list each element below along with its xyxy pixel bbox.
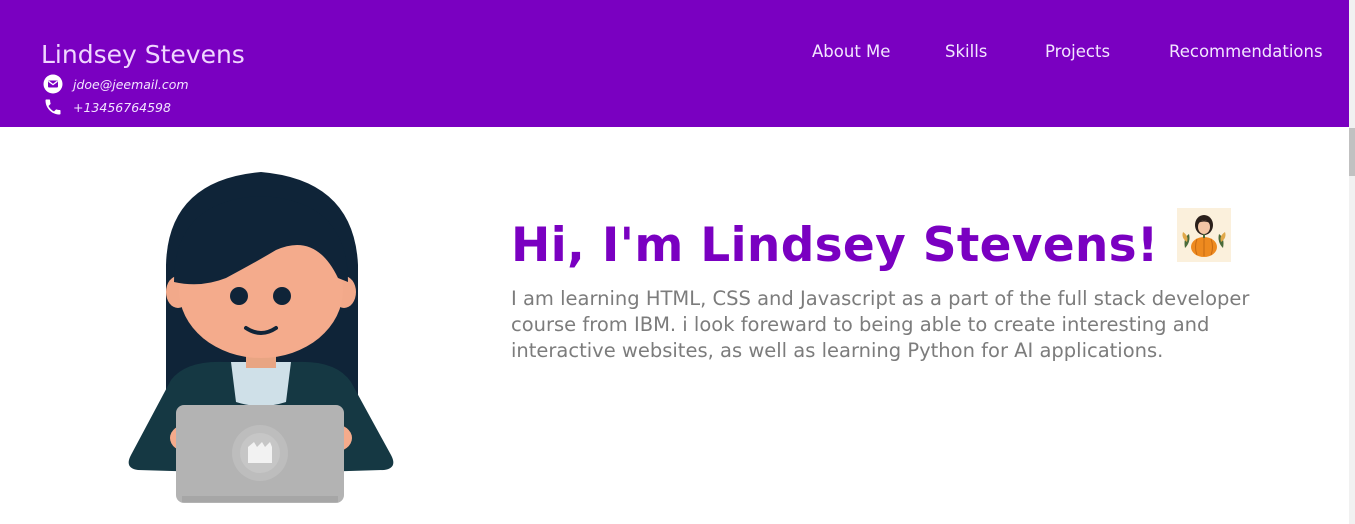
nav-skills[interactable]: Skills	[945, 42, 987, 64]
scrollbar-thumb[interactable]	[1349, 128, 1355, 176]
brand-name: Lindsey Stevens	[41, 40, 245, 69]
hero-title: Hi, I'm Lindsey Stevens!	[511, 217, 1159, 273]
nav-projects[interactable]: Projects	[1045, 42, 1110, 64]
nav-recommendations[interactable]: Recommendations	[1169, 42, 1323, 64]
page-scrollbar[interactable]	[1349, 0, 1355, 524]
nav-about-me[interactable]: About Me	[812, 42, 890, 64]
site-header: Lindsey Stevens jdoe@jeemail.com +134567…	[0, 0, 1349, 127]
developer-avatar-illustration	[126, 170, 396, 510]
page: Lindsey Stevens jdoe@jeemail.com +134567…	[0, 0, 1355, 524]
girl-with-pumpkin-sticker	[1176, 208, 1231, 262]
hero-description: I am learning HTML, CSS and Javascript a…	[511, 287, 1250, 362]
contact-phone: +13456764598	[43, 97, 171, 117]
email-text[interactable]: jdoe@jeemail.com	[73, 77, 189, 92]
contact-email: jdoe@jeemail.com	[43, 74, 189, 94]
hero-heading: Hi, I'm Lindsey Stevens!	[511, 208, 1231, 280]
mail-icon	[43, 74, 63, 94]
phone-text[interactable]: +13456764598	[73, 100, 171, 115]
phone-icon	[43, 97, 63, 117]
